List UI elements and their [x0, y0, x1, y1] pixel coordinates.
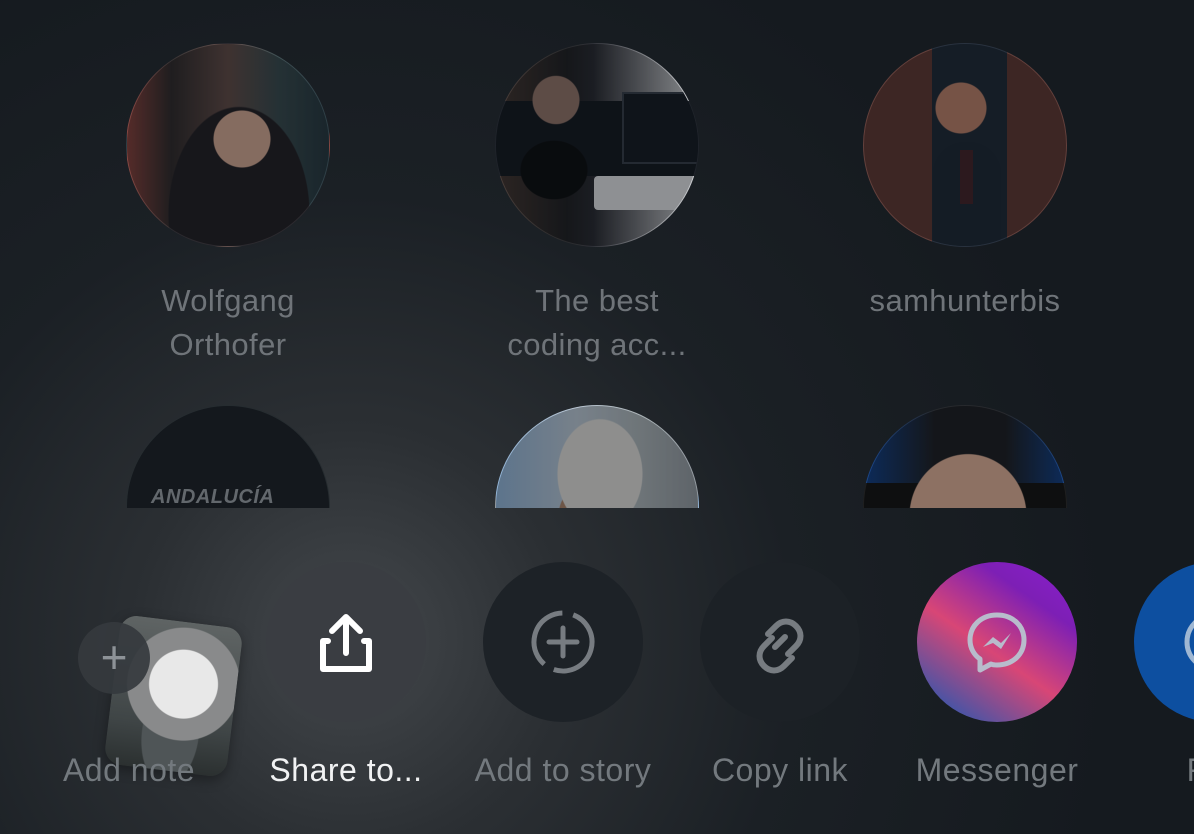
action-label: Add note: [62, 752, 196, 788]
contact-samhunterbis[interactable]: samhunterbis: [835, 43, 1095, 323]
contact-name: Wolfgang Orthofer: [161, 283, 295, 362]
action-label: Copy link: [711, 752, 849, 788]
avatar: [863, 405, 1067, 508]
share-actions-bar: + Add note Share to... Add to story Copy…: [0, 508, 1194, 834]
facebook-icon: [1184, 620, 1194, 664]
desk-image: [594, 176, 698, 210]
action-label: Share to...: [269, 752, 423, 788]
add-to-story-action[interactable]: Add to story: [468, 562, 658, 788]
facebook-action[interactable]: Fac: [1119, 562, 1194, 788]
instagram-share-screen: Wolfgang Orthofer The best coding acc... s…: [0, 0, 1194, 834]
messenger-icon: [967, 612, 1027, 673]
suit-image: [933, 142, 1001, 246]
contact-name: The best coding acc...: [507, 283, 687, 362]
link-icon: [756, 618, 804, 674]
add-note-action[interactable]: + Add note: [34, 562, 244, 788]
messenger-action[interactable]: Messenger: [902, 562, 1092, 788]
add-to-story-button[interactable]: [483, 562, 643, 722]
avatar: [495, 43, 699, 247]
copy-link-button[interactable]: [700, 562, 860, 722]
monitor-image: [622, 92, 698, 164]
contact-wolfgang-orthofer[interactable]: Wolfgang Orthofer: [98, 43, 358, 367]
facebook-button[interactable]: [1134, 562, 1194, 722]
messenger-button[interactable]: [917, 562, 1077, 722]
tie-image: [960, 150, 973, 204]
plus-icon: +: [78, 622, 150, 694]
contact-the-best-coding-acc[interactable]: The best coding acc...: [467, 43, 727, 367]
avatar: [495, 405, 699, 508]
contacts-grid: Wolfgang Orthofer The best coding acc... s…: [0, 0, 1194, 508]
avatar-logo-text: ANDALUCÍA: [151, 486, 275, 508]
avatar: [863, 43, 1067, 247]
contact-andalucia[interactable]: ANDALUCÍA: [98, 405, 358, 508]
share-to-action[interactable]: Share to...: [251, 562, 441, 788]
avatar: ANDALUCÍA: [126, 405, 330, 508]
share-upload-icon: [320, 614, 372, 672]
contact-name: samhunterbis: [869, 283, 1061, 318]
share-to-button[interactable]: [266, 562, 426, 722]
action-label: Fac: [1099, 750, 1194, 790]
action-label: Messenger: [915, 752, 1079, 788]
contact-vr-user[interactable]: [467, 405, 727, 508]
avatar: [126, 43, 330, 247]
action-label: Add to story: [474, 752, 652, 788]
add-story-icon: [531, 610, 595, 674]
contact-illustrated-avatar[interactable]: [835, 405, 1095, 508]
copy-link-action[interactable]: Copy link: [685, 562, 875, 788]
